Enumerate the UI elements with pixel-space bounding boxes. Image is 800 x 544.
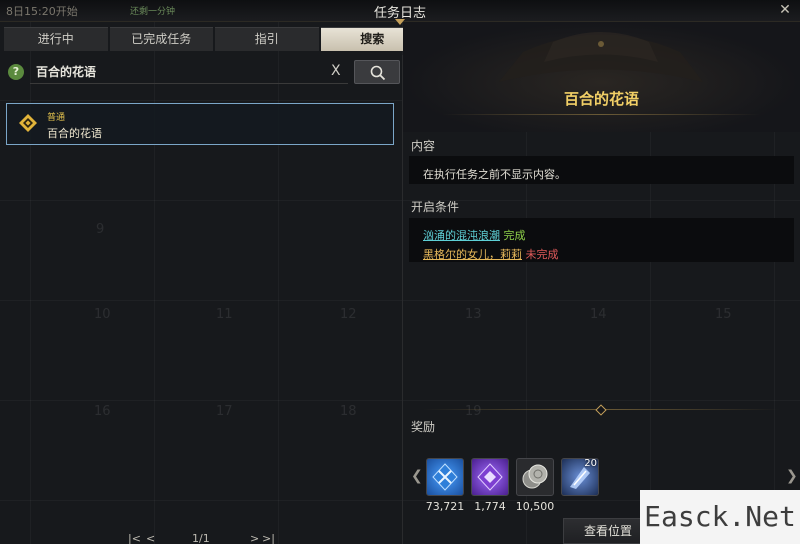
quest-type-label: 普通 xyxy=(47,113,66,123)
page-indicator: 1/1 xyxy=(192,532,210,544)
conditions-label: 开启条件 xyxy=(411,200,460,214)
next-page-icon[interactable]: > xyxy=(250,532,259,544)
quest-diamond-icon xyxy=(19,114,37,132)
condition-quest-link[interactable]: 汹涌的混沌浪潮 xyxy=(423,229,500,242)
tab-in-progress[interactable]: 进行中 xyxy=(4,27,108,51)
silver-coin-icon xyxy=(522,464,548,489)
experience-icon xyxy=(432,463,458,491)
quest-detail-panel: 百合的花语 内容 在执行任务之前不显示内容。 开启条件 汹涌的混沌浪潮 完成 黑… xyxy=(403,22,800,544)
search-icon xyxy=(370,65,386,81)
pagination: |< < 1/1 > >| xyxy=(120,532,290,544)
banner-divider xyxy=(443,114,760,115)
tab-completed[interactable]: 已完成任务 xyxy=(109,27,213,51)
close-icon[interactable]: ✕ xyxy=(776,1,794,19)
quest-name: 百合的花语 xyxy=(47,127,102,140)
rewards-prev-icon[interactable]: ❮ xyxy=(411,468,423,484)
reward-slot[interactable] xyxy=(426,458,464,496)
rewards-divider xyxy=(423,409,780,410)
search-bar: ? X xyxy=(4,60,400,84)
reward-count-badge: 20 xyxy=(584,458,597,469)
search-result-item[interactable]: 普通 百合的花语 xyxy=(6,103,394,145)
watermark-logo: Easck.Net xyxy=(640,490,800,544)
search-panel: ? X 普通 百合的花语 |< < 1/1 > >| xyxy=(0,55,402,544)
reward-slot[interactable] xyxy=(516,458,554,496)
condition-status: 未完成 xyxy=(525,248,559,261)
quest-banner: 百合的花语 xyxy=(403,22,800,132)
reward-slot[interactable]: 20 xyxy=(561,458,599,496)
content-text: 在执行任务之前不显示内容。 xyxy=(423,168,566,181)
first-page-icon[interactable]: |< xyxy=(128,532,141,544)
search-input[interactable] xyxy=(30,60,348,84)
rewards-label: 奖励 xyxy=(411,420,436,434)
last-page-icon[interactable]: >| xyxy=(262,532,275,544)
background-event-time: 8日15:20开始 xyxy=(6,5,78,18)
quest-title: 百合的花语 xyxy=(563,90,639,108)
prev-page-icon[interactable]: < xyxy=(146,532,155,544)
reward-slot[interactable] xyxy=(471,458,509,496)
condition-row: 汹涌的混沌浪潮 完成 xyxy=(423,227,526,243)
skill-point-icon xyxy=(477,463,503,491)
condition-quest-link[interactable]: 黑格尔的女儿，莉莉 xyxy=(423,248,522,261)
search-button[interactable] xyxy=(354,60,400,84)
condition-status: 完成 xyxy=(503,229,526,242)
background-event-remaining: 还剩一分钟 xyxy=(130,7,176,17)
tab-bar: 进行中 已完成任务 指引 搜索 xyxy=(4,27,424,51)
banner-emblem-icon xyxy=(499,32,703,82)
help-icon[interactable]: ? xyxy=(8,64,24,80)
condition-row: 黑格尔的女儿，莉莉 未完成 xyxy=(423,246,559,262)
content-label: 内容 xyxy=(411,139,436,153)
clear-icon[interactable]: X xyxy=(331,63,341,79)
rewards-next-icon[interactable]: ❯ xyxy=(786,468,798,484)
tab-guide[interactable]: 指引 xyxy=(215,27,319,51)
reward-value: 10,500 xyxy=(515,500,555,513)
